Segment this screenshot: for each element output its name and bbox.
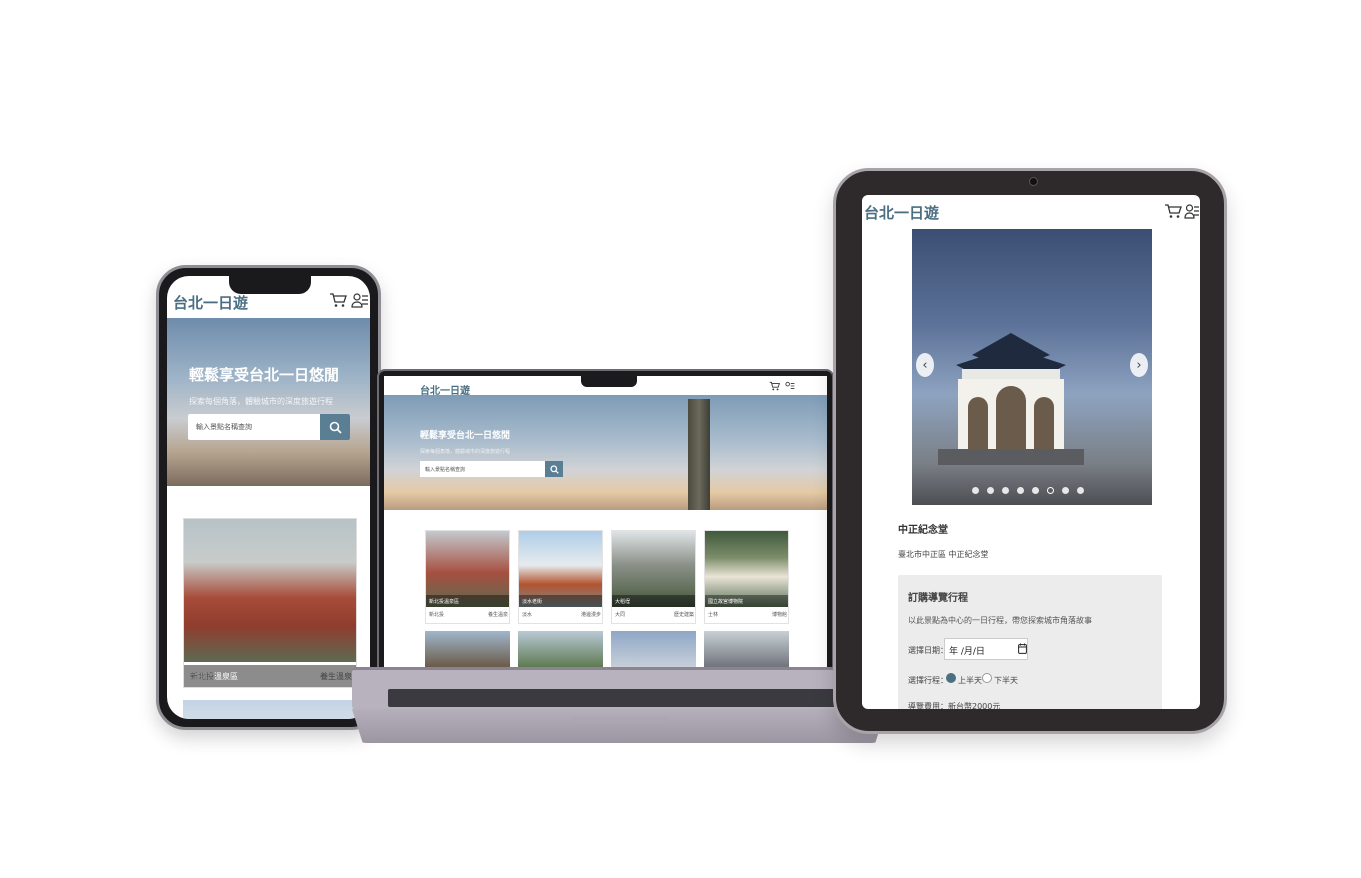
laptop-keyboard: [388, 689, 850, 707]
cart-icon[interactable]: [1164, 203, 1182, 219]
booking-panel: 訂購導覽行程 以此景點為中心的一日行程，帶您探索城市角落故事 選擇日期： 年 /…: [898, 575, 1162, 709]
carousel-indicators: [972, 487, 1084, 494]
calendar-icon[interactable]: [1018, 643, 1027, 654]
card-caption: 國立故宮博物院: [705, 595, 788, 607]
card-tag: 歷史建築: [673, 612, 694, 618]
carousel-dot[interactable]: [987, 487, 994, 494]
carousel-next-button[interactable]: ›: [1130, 353, 1148, 377]
laptop-search-placeholder: 輸入景點名稱查詢: [425, 467, 466, 473]
card-area: 新北投: [190, 672, 214, 681]
date-input[interactable]: 年 /月/日: [944, 638, 1028, 660]
phone-device: 台北一日遊 輕鬆享受台北一日悠閒 探索每個角落，體驗城市的深度旅遊行程 輸入景點…: [156, 265, 381, 730]
member-icon[interactable]: [784, 381, 795, 391]
booking-description: 以此景點為中心的一日行程，帶您探索城市角落故事: [908, 616, 1092, 625]
attraction-title: 中正紀念堂: [898, 525, 948, 536]
cart-icon[interactable]: [769, 381, 780, 391]
carousel-dot[interactable]: [972, 487, 979, 494]
card-meta: 淡水 港邊漫步: [522, 611, 601, 618]
laptop-front-edge: [352, 709, 886, 743]
date-label: 選擇日期：: [908, 646, 948, 655]
card-photo: [184, 519, 356, 662]
phone-screen: 台北一日遊 輕鬆享受台北一日悠閒 探索每個角落，體驗城市的深度旅遊行程 輸入景點…: [167, 276, 370, 719]
laptop-search-input[interactable]: 輸入景點名稱查詢: [420, 461, 563, 477]
radio-morning-label[interactable]: 上半天: [958, 675, 982, 686]
card-area: 士林: [708, 612, 719, 618]
laptop-attraction-card-next[interactable]: [611, 631, 696, 667]
carousel-dot[interactable]: [1062, 487, 1069, 494]
card-meta: 士林 博物館: [708, 611, 787, 618]
laptop-hero-banner: 輕鬆享受台北一日悠閒 探索每個角落，體驗城市的深度旅遊行程 輸入景點名稱查詢: [384, 395, 827, 510]
radio-afternoon[interactable]: [982, 673, 992, 683]
tablet-camera: [1029, 177, 1038, 186]
booking-title: 訂購導覽行程: [908, 593, 968, 604]
liberty-square-gate-photo: [938, 333, 1084, 465]
card-caption: 大稻埕: [612, 595, 695, 607]
card-tag: 養生溫泉: [487, 612, 508, 618]
device-mockup-stage: 台北一日遊 輕鬆享受台北一日悠閒 探索每個角落，體驗城市的深度旅遊行程 輸入景點…: [0, 0, 1361, 878]
carousel-dot[interactable]: [1032, 487, 1039, 494]
card-tag: 養生溫泉: [320, 672, 352, 681]
trip-label: 選擇行程：: [908, 676, 948, 685]
chevron-left-icon: ‹: [922, 357, 928, 373]
laptop-attraction-card-next[interactable]: [704, 631, 789, 667]
card-meta: 新北投 養生溫泉: [190, 671, 352, 682]
radio-afternoon-label[interactable]: 下半天: [994, 675, 1018, 686]
laptop-attraction-card[interactable]: 淡水老街 淡水 港邊漫步: [518, 530, 603, 624]
card-tag: 港邊漫步: [580, 612, 601, 618]
tour-fee: 導覽費用：新台幣2000元: [908, 702, 1001, 709]
phone-hero-title: 輕鬆享受台北一日悠閒: [189, 366, 340, 384]
search-icon: [329, 421, 342, 434]
laptop-search-button[interactable]: [545, 461, 563, 477]
chevron-right-icon: ›: [1136, 357, 1142, 373]
phone-attraction-card-next[interactable]: [183, 700, 357, 719]
attraction-photo-carousel[interactable]: ‹ ›: [912, 229, 1152, 505]
carousel-dot[interactable]: [1077, 487, 1084, 494]
carousel-dot[interactable]: [1002, 487, 1009, 494]
laptop-attraction-card[interactable]: 國立故宮博物院 士林 博物館: [704, 530, 789, 624]
phone-hero-banner: 輕鬆享受台北一日悠閒 探索每個角落，體驗城市的深度旅遊行程 輸入景點名稱查詢: [167, 318, 370, 486]
card-caption: 新北投溫泉區: [426, 595, 509, 607]
laptop-device: 台北一日遊 輕鬆享受台北一日悠閒 探索每個角落，體驗城市的深度旅遊行程 輸入景點…: [377, 369, 834, 669]
laptop-attraction-card-next[interactable]: [518, 631, 603, 667]
laptop-attraction-card[interactable]: 大稻埕 大同 歷史建築: [611, 530, 696, 624]
carousel-dot-active[interactable]: [1047, 487, 1054, 494]
phone-search-placeholder: 輸入景點名稱查詢: [196, 423, 252, 431]
tablet-screen: 台北一日遊 ‹ › 中正紀念堂 臺北市中正區 中正紀念堂 訂購導覽行程 以此景點…: [862, 195, 1200, 709]
card-area: 淡水: [522, 612, 533, 618]
member-icon[interactable]: [1184, 203, 1200, 219]
laptop-hero-title: 輕鬆享受台北一日悠閒: [420, 431, 511, 441]
phone-attraction-card[interactable]: 新北投溫泉區 新北投 養生溫泉: [183, 518, 357, 688]
laptop-screen: 台北一日遊 輕鬆享受台北一日悠閒 探索每個角落，體驗城市的深度旅遊行程 輸入景點…: [384, 376, 827, 667]
card-meta: 新北投 養生溫泉: [429, 611, 508, 618]
radio-morning[interactable]: [946, 673, 956, 683]
laptop-base: [352, 667, 886, 745]
phone-search-input[interactable]: 輸入景點名稱查詢: [188, 414, 350, 440]
phone-logo[interactable]: 台北一日遊: [173, 292, 248, 313]
laptop-trackpad: [572, 717, 668, 723]
cart-icon[interactable]: [329, 292, 347, 308]
card-tag: 博物館: [771, 612, 787, 618]
card-area: 大同: [615, 612, 626, 618]
carousel-dot[interactable]: [1017, 487, 1024, 494]
phone-notch: [229, 276, 311, 294]
card-area: 新北投: [429, 612, 445, 618]
laptop-attraction-card-next[interactable]: [425, 631, 510, 667]
laptop-notch: [581, 376, 637, 387]
taipei101-silhouette: [688, 399, 710, 510]
tablet-logo[interactable]: 台北一日遊: [864, 202, 939, 223]
search-icon: [549, 464, 559, 474]
carousel-prev-button[interactable]: ‹: [916, 353, 934, 377]
laptop-hero-subtitle: 探索每個角落，體驗城市的深度旅遊行程: [420, 449, 511, 455]
laptop-attraction-card[interactable]: 新北投溫泉區 新北投 養生溫泉: [425, 530, 510, 624]
card-meta: 大同 歷史建築: [615, 611, 694, 618]
tablet-device: 台北一日遊 ‹ › 中正紀念堂 臺北市中正區 中正紀念堂 訂購導覽行程 以此景點…: [833, 168, 1227, 734]
member-icon[interactable]: [351, 292, 369, 308]
attraction-address: 臺北市中正區 中正紀念堂: [898, 550, 989, 559]
phone-search-button[interactable]: [320, 414, 350, 440]
phone-hero-subtitle: 探索每個角落，體驗城市的深度旅遊行程: [189, 397, 333, 406]
card-caption: 淡水老街: [519, 595, 602, 607]
